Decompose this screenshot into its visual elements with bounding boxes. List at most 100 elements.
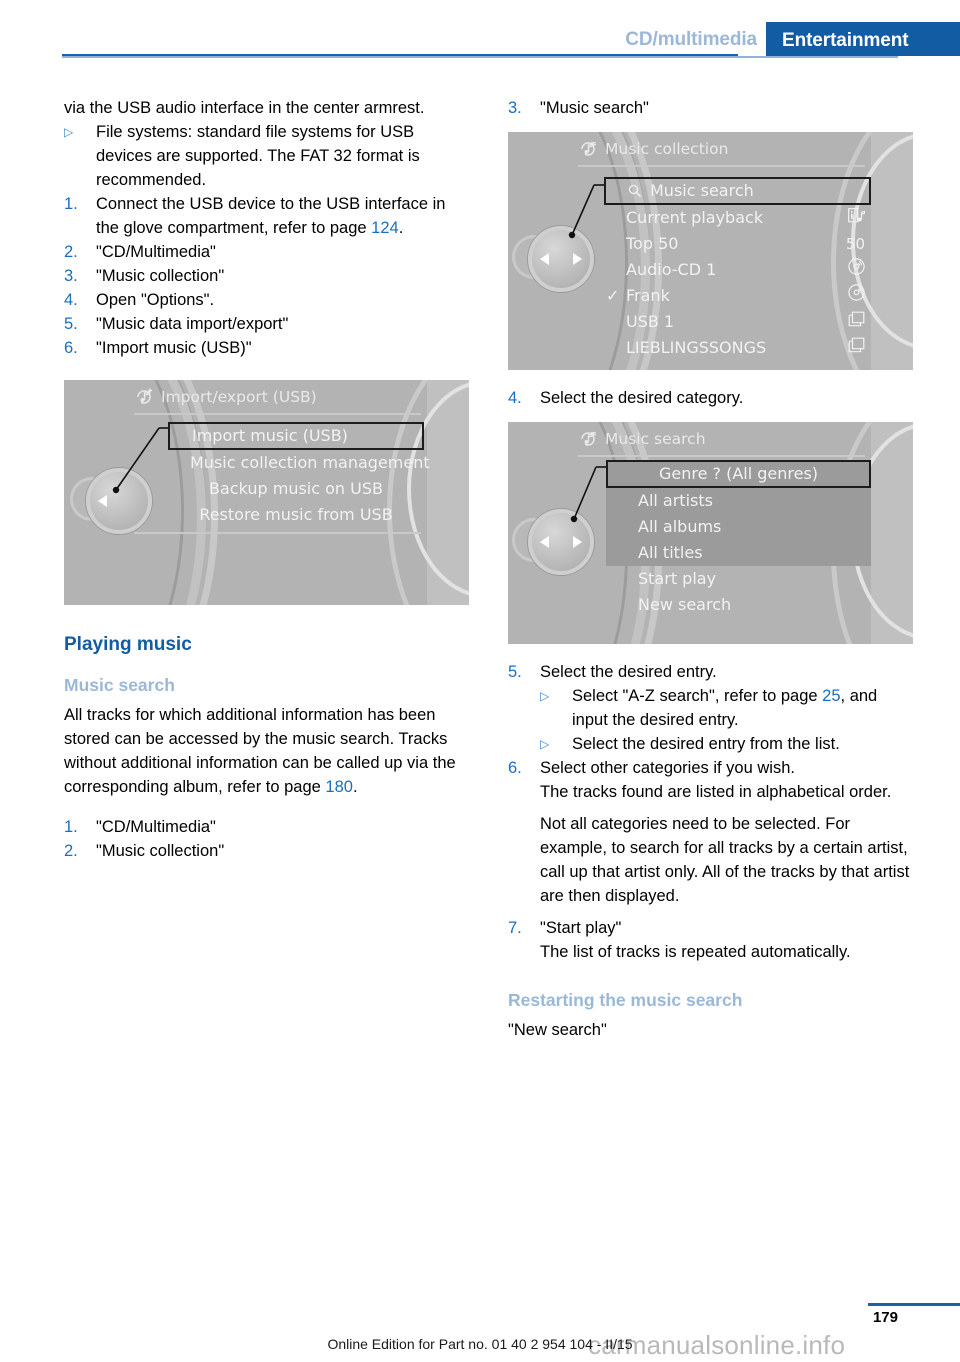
knob-left-arrow-icon <box>540 253 549 265</box>
menu-item-usb-1[interactable]: USB 1 <box>604 309 871 335</box>
checkmark-icon: ✓ <box>606 286 620 305</box>
menu-item-frank[interactable]: ✓ Frank <box>604 283 871 309</box>
menu-item-audio-cd-1-label: Audio-CD 1 <box>626 260 717 279</box>
step-5-text: "Music data import/export" <box>96 315 289 333</box>
controller-knob[interactable] <box>86 468 152 534</box>
menu-item-genre[interactable]: Genre ? (All genres) <box>606 460 871 488</box>
music-note-icon <box>580 140 598 158</box>
page-ref-180[interactable]: 180 <box>325 778 353 796</box>
tab-entertainment[interactable]: Entertainment <box>766 22 960 56</box>
folder-icon <box>848 335 865 361</box>
menu-item-music-search-label: Music search <box>650 181 754 200</box>
music-note-icon <box>580 430 598 448</box>
step-2-text: "CD/Multimedia" <box>96 243 216 261</box>
menu-item-backup-music-on-usb[interactable]: Backup music on USB <box>168 476 424 502</box>
step-5-right-number: 5. <box>508 663 522 681</box>
step-5: 5. "Music data import/export" <box>64 312 469 336</box>
bullet-file-systems-text: File systems: standard file systems for … <box>96 123 420 189</box>
menu-item-start-play[interactable]: Start play <box>606 566 871 592</box>
menu-item-all-albums[interactable]: All albums <box>606 514 871 540</box>
intro-paragraph: via the USB audio interface in the cente… <box>64 99 425 117</box>
tab-cd-multimedia[interactable]: CD/multimedia <box>625 30 757 49</box>
disc-icon <box>848 257 865 283</box>
figure1-menu: Import music (USB) Music collection mana… <box>168 422 430 528</box>
menu-item-current-playback[interactable]: Current playback <box>604 205 871 231</box>
step-3-right-text: "Music search" <box>540 99 649 117</box>
step-5-sub-2-text: Select the desired entry from the list. <box>572 735 840 753</box>
step2-1: 1. "CD/Multimedia" <box>64 815 469 839</box>
step-5-number: 5. <box>64 315 78 333</box>
figure3-title-bar: Music search <box>580 430 706 448</box>
menu-item-all-titles[interactable]: All titles <box>606 540 871 566</box>
step-4-text: Open "Options". <box>96 291 215 309</box>
right-column: 3. "Music search" Music collection Music… <box>508 96 913 1042</box>
step-7-right: 7. "Start play" <box>508 916 913 940</box>
step-5-sub-1-text: Select "A-Z search", refer to page 25, a… <box>572 684 913 732</box>
left-column: via the USB audio interface in the cente… <box>64 96 469 863</box>
step2-1-number: 1. <box>64 818 78 836</box>
step2-2: 2. "Music collection" <box>64 839 469 863</box>
step-6-right-number: 6. <box>508 759 522 777</box>
step-6-right: 6. Select other categories if you wish. <box>508 756 913 780</box>
step-7-note: The list of tracks is repeated automatic… <box>540 943 851 961</box>
music-search-paragraph: All tracks for which additional informat… <box>64 703 469 799</box>
figure2-menu: Music search Current playback Top 50 50 <box>604 177 871 361</box>
figure3-menu: Genre ? (All genres) All artists All alb… <box>606 460 871 618</box>
page-ref-25[interactable]: 25 <box>822 687 840 705</box>
menu-item-new-search[interactable]: New search <box>606 592 871 618</box>
controller-knob[interactable] <box>528 226 594 292</box>
step-3-text: "Music collection" <box>96 267 225 285</box>
knob-left-arrow-icon <box>98 495 107 507</box>
figure1-bottom-rule <box>134 532 421 534</box>
figure3-title-text: Music search <box>605 430 706 448</box>
menu-item-lieblingssongs[interactable]: LIEBLINGSSONGS <box>604 335 871 361</box>
page-ref-124[interactable]: 124 <box>371 219 399 237</box>
step-1-text-after: . <box>398 219 404 237</box>
music-search-text-after: . <box>352 778 358 796</box>
menu-item-audio-cd-1[interactable]: Audio-CD 1 <box>604 257 871 283</box>
menu-item-top-50-label: Top 50 <box>626 234 679 253</box>
step-2-number: 2. <box>64 243 78 261</box>
step-6-note-2: Not all categories need to be selected. … <box>540 815 910 905</box>
step-3: 3. "Music collection" <box>64 264 469 288</box>
restarting-text: "New search" <box>508 1021 607 1039</box>
top-50-count: 50 <box>845 235 865 253</box>
step-3-right: 3. "Music search" <box>508 96 913 120</box>
menu-item-music-search[interactable]: Music search <box>604 177 871 205</box>
step-6: 6. "Import music (USB)" <box>64 336 469 360</box>
header-rule-secondary <box>62 56 898 58</box>
menu-item-usb-1-label: USB 1 <box>626 312 675 331</box>
menu-item-current-playback-label: Current playback <box>626 208 764 227</box>
menu-item-all-artists[interactable]: All artists <box>606 488 871 514</box>
triangle-bullet-icon: ▷ <box>540 689 550 703</box>
step-5-right: 5. Select the desired entry. <box>508 660 913 684</box>
figure-right-panel <box>427 380 469 605</box>
triangle-bullet-icon: ▷ <box>540 737 550 751</box>
triangle-bullet-icon: ▷ <box>64 125 74 139</box>
menu-item-restore-music-from-usb[interactable]: Restore music from USB <box>168 502 424 528</box>
figure2-title-text: Music collection <box>605 140 729 158</box>
menu-item-top-50[interactable]: Top 50 50 <box>604 231 871 257</box>
heading-playing-music: Playing music <box>64 634 192 655</box>
footer-edition-text: Online Edition for Part no. 01 40 2 954 … <box>327 1336 633 1352</box>
figure1-title-bar: Import/export (USB) <box>136 388 317 406</box>
step-4: 4. Open "Options". <box>64 288 469 312</box>
menu-item-import-music-usb[interactable]: Import music (USB) <box>168 422 424 450</box>
step-5-sub-1-before: Select "A-Z search", refer to page <box>572 687 823 705</box>
step-3-right-number: 3. <box>508 99 522 117</box>
step-6-number: 6. <box>64 339 78 357</box>
page-header: CD/multimedia Entertainment <box>0 0 960 62</box>
folder-icon <box>848 309 865 335</box>
figure-import-export-usb: Import/export (USB) Import music (USB) M… <box>64 380 469 605</box>
step2-1-text: "CD/Multimedia" <box>96 818 216 836</box>
figure1-title-rule <box>134 413 421 415</box>
menu-item-frank-label: Frank <box>626 286 670 305</box>
controller-knob[interactable] <box>528 509 594 575</box>
step-5-sub-2: ▷ Select the desired entry from the list… <box>508 732 913 756</box>
step-5-right-text: Select the desired entry. <box>540 663 717 681</box>
menu-item-music-collection-management[interactable]: Music collection management <box>168 450 430 476</box>
menu-item-lieblingssongs-label: LIEBLINGSSONGS <box>626 338 767 357</box>
knob-left-arrow-icon <box>540 536 549 548</box>
knob-right-arrow-icon <box>573 536 582 548</box>
figure2-title-bar: Music collection <box>580 140 728 158</box>
